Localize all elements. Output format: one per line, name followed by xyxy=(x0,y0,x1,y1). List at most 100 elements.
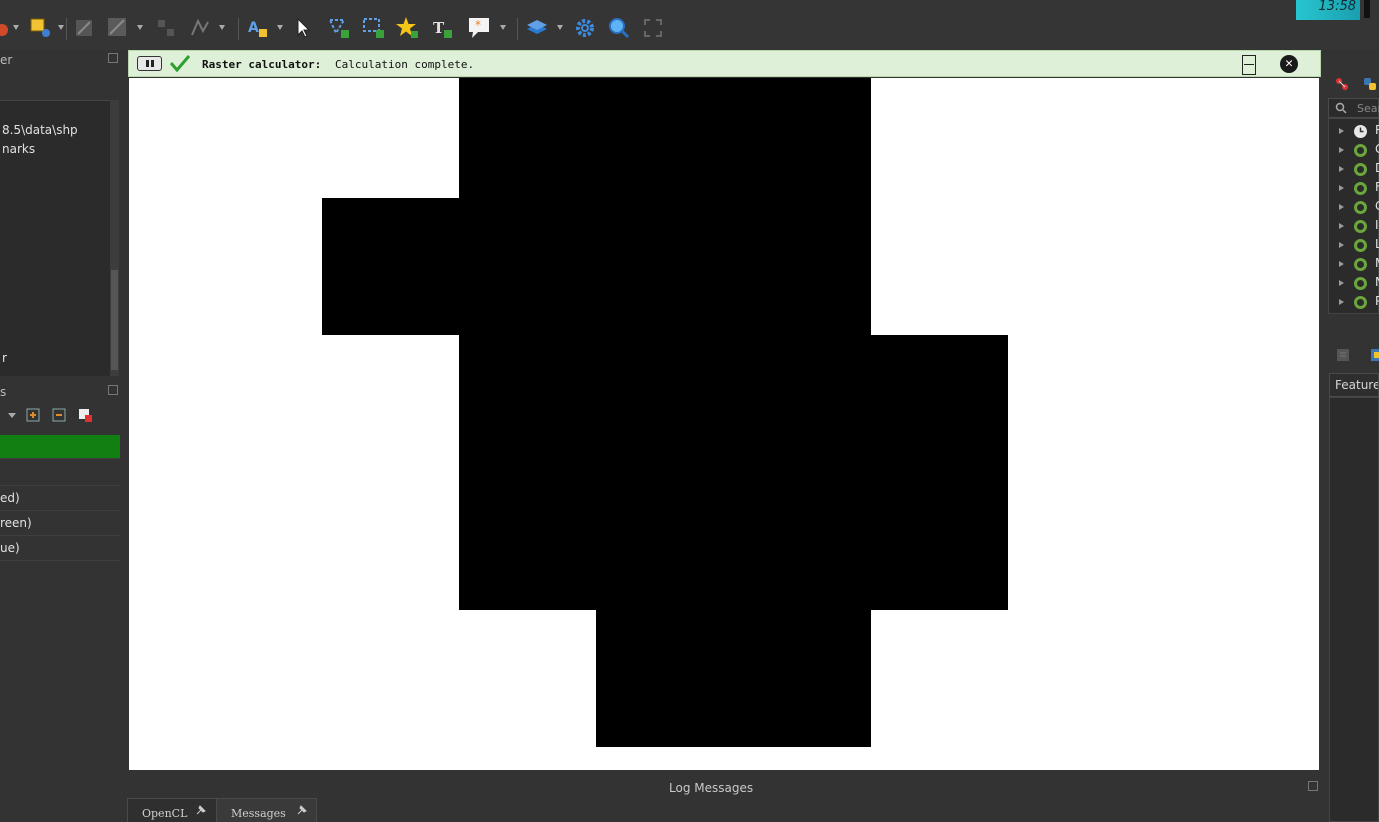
expand-arrow-icon[interactable] xyxy=(1339,280,1344,286)
expand-arrow-icon[interactable] xyxy=(1339,185,1344,191)
message-expand-icon[interactable] xyxy=(1242,55,1256,75)
toolbox-item-label: F xyxy=(1375,180,1379,194)
layers-panel-title: s xyxy=(0,385,7,399)
checkmark-icon xyxy=(169,55,191,72)
pencil-icon[interactable] xyxy=(70,14,98,42)
select-cursor-icon[interactable] xyxy=(290,14,318,42)
toolbox-search-input[interactable]: Sear xyxy=(1328,98,1379,118)
browser-tree: 8.5\data\shp narks r xyxy=(0,100,110,376)
expand-arrow-icon[interactable] xyxy=(1339,299,1344,305)
text-annotation-icon[interactable]: T xyxy=(428,14,456,42)
expand-arrow-icon[interactable] xyxy=(1339,242,1344,248)
qgis-logo-icon xyxy=(1354,277,1367,290)
layers-icon[interactable] xyxy=(523,14,551,42)
selected-layer-row[interactable] xyxy=(0,435,120,459)
main-toolbar: A T * 13:58 xyxy=(0,0,1379,50)
expand-arrow-icon[interactable] xyxy=(1339,223,1344,229)
layers-panel: s ed) reen) ue) xyxy=(0,380,120,822)
toolbox-provider[interactable]: F xyxy=(1329,179,1379,198)
toolbox-item-label: P xyxy=(1375,294,1379,308)
raster-cell-block xyxy=(459,335,1008,610)
message-bar: Raster calculator: Calculation complete.… xyxy=(128,50,1321,77)
toolbox-provider[interactable]: L xyxy=(1329,236,1379,255)
vertex-tool-icon[interactable] xyxy=(186,14,214,42)
expand-arrow-icon[interactable] xyxy=(1339,128,1344,134)
browser-scrollbar[interactable] xyxy=(110,100,119,376)
toolbox-provider[interactable]: P xyxy=(1329,293,1379,312)
clock-edge xyxy=(1364,0,1370,18)
layer-row-empty[interactable] xyxy=(0,459,120,486)
dropdown-arrow-icon[interactable] xyxy=(13,25,19,30)
dropdown-arrow-icon[interactable] xyxy=(58,25,64,30)
message-title: Raster calculator: xyxy=(202,58,322,71)
dropdown-arrow-icon[interactable] xyxy=(277,25,283,30)
toolbox-provider[interactable]: G xyxy=(1329,141,1379,160)
raster-cell-block xyxy=(459,78,871,335)
toolbox-provider[interactable]: G xyxy=(1329,198,1379,217)
browser-item[interactable]: r xyxy=(2,351,7,365)
expand-arrow-icon[interactable] xyxy=(1339,261,1344,267)
tab-opencl[interactable]: OpenCL xyxy=(127,798,217,822)
tab-feature[interactable]: Feature xyxy=(1329,373,1379,397)
dropdown-arrow-icon[interactable] xyxy=(8,413,16,419)
merge-icon[interactable] xyxy=(152,14,180,42)
gear-icon[interactable] xyxy=(571,14,599,42)
dropdown-arrow-icon[interactable] xyxy=(219,25,225,30)
add-rectangle-icon[interactable] xyxy=(360,14,388,42)
add-polygon-icon[interactable] xyxy=(325,14,353,42)
band-row-red[interactable]: ed) xyxy=(0,486,120,511)
toolbox-item-recent[interactable]: R xyxy=(1329,122,1379,141)
map-canvas[interactable] xyxy=(129,78,1319,770)
panel-toggle-icon[interactable] xyxy=(1370,348,1379,362)
magnifier-icon[interactable] xyxy=(605,14,633,42)
toolbox-provider[interactable]: M xyxy=(1329,255,1379,274)
expand-arrow-icon[interactable] xyxy=(1339,204,1344,210)
qgis-logo-icon xyxy=(1354,296,1367,309)
browser-panel: er 8.5\data\shp narks r xyxy=(0,50,120,376)
panel-float-icon[interactable] xyxy=(108,53,118,63)
qgis-logo-icon xyxy=(1354,163,1367,176)
toolbar-separator xyxy=(238,18,239,40)
panel-float-icon[interactable] xyxy=(1308,781,1318,791)
models-icon[interactable] xyxy=(1334,76,1350,92)
tab-messages[interactable]: Messages xyxy=(216,798,317,822)
band-row-blue[interactable]: ue) xyxy=(0,536,120,561)
callout-icon[interactable]: * xyxy=(466,14,494,42)
toolbox-provider[interactable]: D xyxy=(1329,160,1379,179)
identify-results-icon[interactable] xyxy=(1336,348,1350,362)
remove-layer-icon[interactable] xyxy=(78,408,92,422)
toolbox-item-label: L xyxy=(1375,237,1379,251)
expand-all-icon[interactable] xyxy=(26,408,40,422)
close-icon[interactable]: ✕ xyxy=(1280,55,1298,73)
fullscreen-icon[interactable] xyxy=(639,14,667,42)
pin-icon[interactable] xyxy=(297,805,307,815)
toolbox-provider[interactable]: N xyxy=(1329,274,1379,293)
expand-arrow-icon[interactable] xyxy=(1339,147,1344,153)
panel-float-icon[interactable] xyxy=(108,385,118,395)
dropdown-arrow-icon[interactable] xyxy=(557,25,563,30)
collapse-all-icon[interactable] xyxy=(52,408,66,422)
tab-label: OpenCL xyxy=(142,807,188,820)
select-feature-location-icon[interactable] xyxy=(26,14,54,42)
pin-icon[interactable] xyxy=(196,805,206,815)
browser-item-bookmarks[interactable]: narks xyxy=(2,142,35,156)
dropdown-arrow-icon[interactable] xyxy=(500,25,506,30)
star-icon[interactable] xyxy=(394,14,422,42)
qgis-logo-icon xyxy=(1354,220,1367,233)
search-placeholder: Sear xyxy=(1357,102,1379,115)
python-icon[interactable] xyxy=(1362,76,1378,92)
dropdown-arrow-icon[interactable] xyxy=(137,25,143,30)
pause-icon[interactable] xyxy=(137,56,162,71)
toolbar-separator xyxy=(66,18,67,40)
band-row-green[interactable]: reen) xyxy=(0,511,120,536)
toolbox-provider[interactable]: I xyxy=(1329,217,1379,236)
expand-arrow-icon[interactable] xyxy=(1339,166,1344,172)
tab-label: Messages xyxy=(231,807,286,820)
label-tool-icon[interactable]: A xyxy=(244,14,272,42)
browser-item-path[interactable]: 8.5\data\shp xyxy=(2,123,78,137)
scrollbar-thumb[interactable] xyxy=(111,270,118,370)
toolbox-item-label: R xyxy=(1375,123,1379,137)
toolbar-separator xyxy=(517,18,518,40)
digitize-icon[interactable] xyxy=(104,14,132,42)
qgis-logo-icon xyxy=(1354,201,1367,214)
